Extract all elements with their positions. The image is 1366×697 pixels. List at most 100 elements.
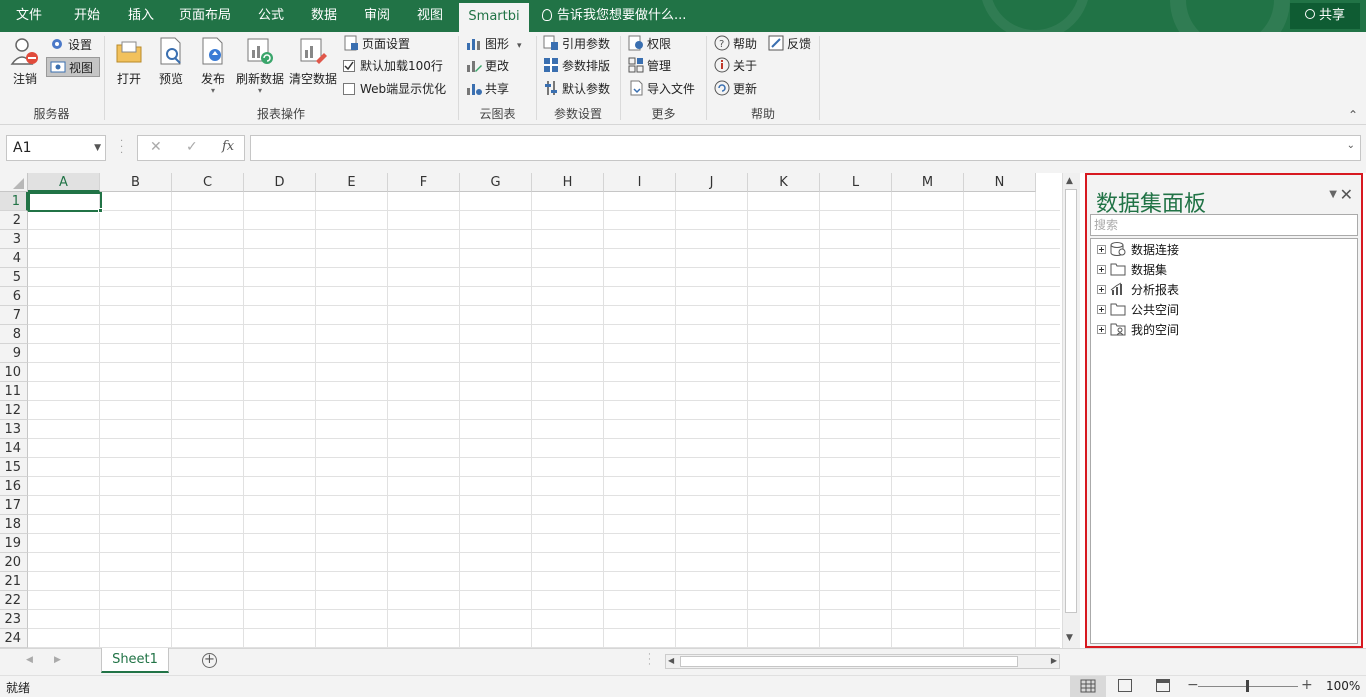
change-chart-button[interactable]: 更改	[466, 56, 509, 76]
active-cell[interactable]	[28, 192, 102, 212]
tree-node-my-space[interactable]: 我的空间	[1097, 320, 1179, 340]
row-header[interactable]: 11	[0, 382, 28, 401]
tab-smartbi[interactable]: Smartbi	[459, 3, 529, 32]
tree-node-data-connection[interactable]: 数据连接	[1097, 240, 1179, 260]
publish-button[interactable]: 发布 ▾	[196, 36, 230, 95]
about-button[interactable]: 关于	[714, 56, 757, 76]
row-header[interactable]: 19	[0, 534, 28, 553]
row-header[interactable]: 3	[0, 230, 28, 249]
share-button[interactable]: 共享	[1290, 3, 1360, 29]
tab-home[interactable]: 开始	[64, 0, 110, 32]
column-header[interactable]: E	[316, 173, 388, 192]
column-header[interactable]: M	[892, 173, 964, 192]
zoom-level[interactable]: 100%	[1326, 679, 1360, 693]
row-header[interactable]: 10	[0, 363, 28, 382]
horizontal-scrollbar[interactable]: ◀ ▶	[665, 654, 1060, 669]
page-setup-button[interactable]: 页面设置	[343, 34, 410, 54]
row-header[interactable]: 4	[0, 249, 28, 268]
zoom-slider-thumb[interactable]	[1246, 680, 1249, 692]
tab-file[interactable]: 文件	[6, 0, 52, 32]
row-header[interactable]: 1	[0, 192, 28, 211]
spreadsheet-grid[interactable]: ABCDEFGHIJKLMN 1 2 3 4 5 6 7 8 9 10 11 12 13 14 15 16 17…	[0, 173, 1080, 648]
tree-node-public-space[interactable]: 公共空间	[1097, 300, 1179, 320]
scroll-thumb[interactable]	[1065, 189, 1077, 613]
permission-button[interactable]: 权限	[628, 34, 671, 54]
column-header[interactable]: N	[964, 173, 1036, 192]
zoom-in-icon[interactable]: +	[1301, 677, 1313, 693]
row-header[interactable]: 8	[0, 325, 28, 344]
sheet-nav-next-icon[interactable]: ▶	[54, 655, 61, 665]
row-header[interactable]: 22	[0, 591, 28, 610]
expand-icon[interactable]	[1097, 245, 1106, 254]
tell-me-box[interactable]: 告诉我您想要做什么...	[542, 0, 686, 32]
chart-button[interactable]: 图形 ▾	[466, 34, 522, 54]
preview-button[interactable]: 预览	[154, 36, 188, 87]
row-header[interactable]: 17	[0, 496, 28, 515]
expand-icon[interactable]	[1097, 325, 1106, 334]
scroll-left-arrow-icon[interactable]: ◀	[668, 656, 674, 665]
default-param-button[interactable]: 默认参数	[543, 79, 610, 99]
expand-icon[interactable]	[1097, 285, 1106, 294]
name-box[interactable]: A1 ▼	[6, 135, 106, 161]
row-header[interactable]: 9	[0, 344, 28, 363]
scroll-up-arrow-icon[interactable]: ▲	[1066, 176, 1073, 186]
import-file-button[interactable]: 导入文件	[628, 79, 695, 99]
refresh-data-button[interactable]: 刷新数据 ▾	[236, 36, 284, 95]
scroll-down-arrow-icon[interactable]: ▼	[1066, 633, 1073, 643]
row-header[interactable]: 21	[0, 572, 28, 591]
row-header[interactable]: 16	[0, 477, 28, 496]
tree-node-analysis-report[interactable]: 分析报表	[1097, 280, 1179, 300]
row-header[interactable]: 23	[0, 610, 28, 629]
page-layout-view-icon[interactable]	[1118, 679, 1132, 692]
tab-view[interactable]: 视图	[407, 0, 453, 32]
enter-icon[interactable]: ✓	[186, 139, 198, 155]
panel-search-input[interactable]: 搜索	[1090, 214, 1358, 236]
web-optimize-checkbox[interactable]: Web端显示优化	[343, 79, 446, 99]
column-header[interactable]: F	[388, 173, 460, 192]
tab-review[interactable]: 审阅	[354, 0, 400, 32]
row-header[interactable]: 2	[0, 211, 28, 230]
tab-formulas[interactable]: 公式	[248, 0, 294, 32]
expand-icon[interactable]	[1097, 305, 1106, 314]
tree-node-dataset[interactable]: 数据集	[1097, 260, 1167, 280]
column-header[interactable]: I	[604, 173, 676, 192]
add-sheet-button[interactable]: +	[202, 653, 217, 668]
tab-page-layout[interactable]: 页面布局	[172, 0, 238, 32]
column-header[interactable]: L	[820, 173, 892, 192]
close-icon[interactable]: ✕	[1340, 185, 1353, 204]
zoom-out-icon[interactable]: −	[1187, 677, 1199, 693]
normal-view-button[interactable]	[1070, 676, 1106, 697]
param-layout-button[interactable]: 参数排版	[543, 56, 610, 76]
row-header[interactable]: 18	[0, 515, 28, 534]
settings-button[interactable]: 设置	[49, 35, 92, 55]
row-header[interactable]: 13	[0, 420, 28, 439]
collapse-ribbon-icon[interactable]: ⌃	[1348, 108, 1358, 122]
column-header[interactable]: H	[532, 173, 604, 192]
panel-menu-icon[interactable]: ▼	[1329, 189, 1337, 200]
row-header[interactable]: 6	[0, 287, 28, 306]
expand-icon[interactable]	[1097, 265, 1106, 274]
row-header[interactable]: 5	[0, 268, 28, 287]
cancel-icon[interactable]: ✕	[150, 139, 162, 155]
scroll-right-arrow-icon[interactable]: ▶	[1051, 656, 1057, 665]
column-header[interactable]: C	[172, 173, 244, 192]
formula-input[interactable]: ⌄	[250, 135, 1361, 161]
update-button[interactable]: 更新	[714, 79, 757, 99]
tab-data[interactable]: 数据	[301, 0, 347, 32]
h-scroll-thumb[interactable]	[680, 656, 1018, 667]
fx-icon[interactable]: fx	[222, 139, 234, 154]
fill-handle[interactable]	[98, 208, 103, 213]
row-header[interactable]: 12	[0, 401, 28, 420]
share-chart-button[interactable]: 共享	[466, 79, 509, 99]
splitter-dots-icon[interactable]: · · ·	[648, 651, 651, 670]
feedback-button[interactable]: 反馈	[768, 34, 811, 54]
open-button[interactable]: 打开	[112, 36, 146, 87]
column-header[interactable]: K	[748, 173, 820, 192]
vertical-scrollbar[interactable]: ▲ ▼	[1062, 173, 1080, 648]
logout-button[interactable]: 注销	[8, 36, 42, 87]
chevron-down-icon[interactable]: ⌄	[1347, 140, 1355, 151]
sheet-tab[interactable]: Sheet1	[101, 648, 169, 673]
ref-param-button[interactable]: 引用参数	[543, 34, 610, 54]
column-header[interactable]: A	[28, 173, 100, 192]
load-default-checkbox[interactable]: 默认加载100行	[343, 56, 443, 76]
